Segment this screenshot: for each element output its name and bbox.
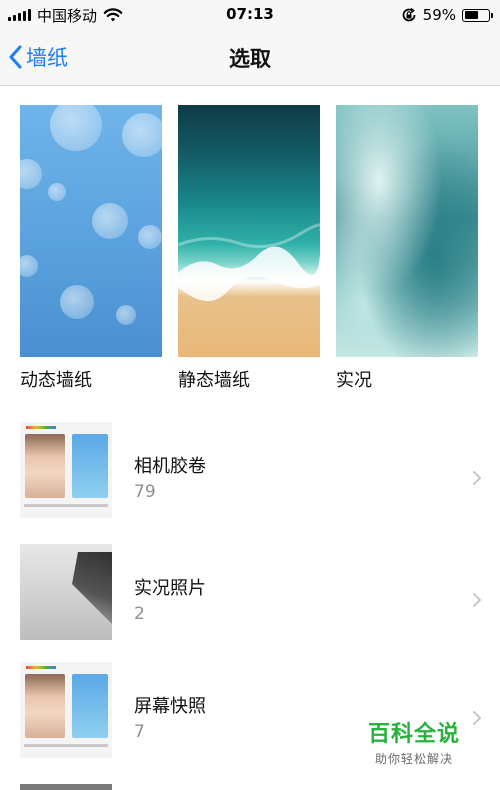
wallpaper-live-label: 实况 [336,370,372,391]
status-right: 59% [401,5,493,25]
battery-icon [462,8,493,22]
album-count: 7 [134,722,145,742]
wallpaper-live[interactable]: 实况 [336,105,478,395]
wave-foam-graphic [178,223,320,302]
chevron-right-icon [473,471,481,485]
status-bar: 中国移动 07:13 59% [0,0,500,30]
rotation-lock-icon [402,7,416,22]
partial-album-thumbnail [20,784,112,790]
battery-percent: 59% [422,6,456,24]
battery-fill [464,11,478,19]
navigation-bar: 墙纸 选取 [0,30,500,86]
wallpaper-dynamic-label: 动态墙纸 [20,370,92,391]
album-row-camera-roll[interactable]: 相机胶卷 79 [0,400,500,518]
watermark-title: 百科全说 [367,722,460,747]
album-title: 屏幕快照 [134,696,206,717]
album-thumbnail [20,662,112,758]
watermark: 百科全说 助你轻松解决 [368,716,460,767]
wallpaper-live-thumbnail [336,105,478,357]
wallpaper-dynamic[interactable]: 动态墙纸 [20,105,162,395]
wallpaper-still-label: 静态墙纸 [178,370,250,391]
wallpaper-still[interactable]: 静态墙纸 [178,105,320,395]
wallpaper-categories: 动态墙纸 静态墙纸 实况 [0,86,500,400]
album-thumbnail [20,422,112,518]
chevron-right-icon [473,593,481,607]
album-count: 2 [134,604,145,624]
album-title: 实况照片 [134,578,206,599]
wallpaper-still-thumbnail [178,105,320,357]
page-title: 选取 [229,47,271,71]
album-count: 79 [134,482,156,502]
album-row-live-photos[interactable]: 实况照片 2 [0,522,500,640]
chevron-right-icon [473,711,481,725]
album-title: 相机胶卷 [134,456,206,477]
wallpaper-dynamic-thumbnail [20,105,162,357]
battery-cap [491,12,493,18]
album-thumbnail [20,544,112,640]
wallpaper-picker-screen: 中国移动 07:13 59% 墙纸 选取 动态墙纸 静态墙纸 实况 相机胶卷 7… [0,0,500,790]
watermark-subtitle: 助你轻松解决 [374,752,453,766]
